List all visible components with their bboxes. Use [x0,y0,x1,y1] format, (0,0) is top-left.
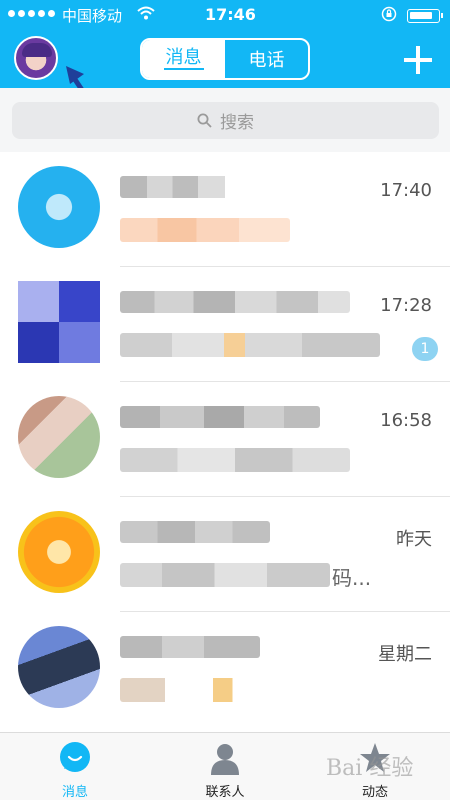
contact-avatar [18,626,100,708]
contact-avatar [18,166,100,248]
message-preview-blurred [120,218,290,242]
conversation-row[interactable]: 17:40 [0,152,450,267]
battery-icon [407,9,443,23]
conversation-time: 16:58 [380,410,432,431]
unread-badge: 1 [412,337,438,361]
message-preview-blurred [120,563,330,587]
contact-name-blurred [120,521,270,543]
conversation-row[interactable]: 星期二 [0,612,450,727]
wifi-icon [137,6,155,20]
conversation-list: 17:40 17:28 1 16:58 昨天 码... 星期二 [0,152,450,727]
header-segmented-control: 消息 电话 [140,38,310,80]
status-time: 17:46 [205,5,256,24]
message-preview-blurred [120,333,380,357]
signal-strength-icon [8,10,55,17]
conversation-time: 17:40 [380,180,432,201]
tabbar-label: 联系人 [205,785,245,800]
plus-icon[interactable] [404,46,432,74]
watermark: Bai 经验 [326,756,414,781]
message-preview-tail: 码... [332,566,372,590]
conversation-row[interactable]: 17:28 1 [0,267,450,382]
conversation-time: 17:28 [380,295,432,316]
tabbar-label: 消息 [61,785,88,800]
search-input[interactable]: 搜索 [12,102,439,139]
rotation-lock-icon [381,6,397,22]
contact-avatar [18,511,100,593]
contact-name-blurred [120,176,270,198]
carrier-name: 中国移动 [62,7,123,25]
contacts-person-icon [211,744,239,775]
tab-messages[interactable]: 消息 [142,40,225,78]
search-area: 搜索 [0,88,450,152]
profile-avatar[interactable] [14,36,58,80]
conversation-row[interactable]: 16:58 [0,382,450,497]
contact-avatar [18,281,100,363]
conversation-row[interactable]: 昨天 码... [0,497,450,612]
search-icon [197,113,212,128]
tabbar-contacts[interactable]: 联系人 [150,733,300,800]
message-preview-blurred [120,678,270,702]
search-placeholder: 搜索 [220,113,254,133]
tabbar-messages[interactable]: 消息 [0,733,150,800]
contact-name-blurred [120,406,320,428]
contact-avatar [18,396,100,478]
conversation-time: 昨天 [396,529,432,550]
tab-phone[interactable]: 电话 [225,40,308,78]
conversation-time: 星期二 [378,644,432,665]
status-bar: 中国移动 17:46 [0,0,450,30]
message-bubble-icon [60,742,90,772]
message-preview-blurred [120,448,350,472]
contact-name-blurred [120,636,260,658]
tabbar-label: 动态 [361,785,388,800]
contact-name-blurred [120,291,350,313]
